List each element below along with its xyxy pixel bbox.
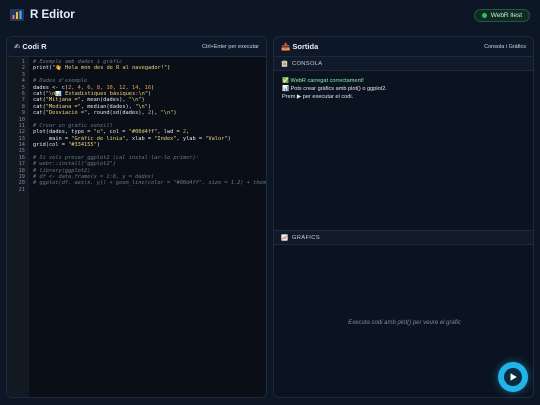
status-dot-icon — [481, 12, 487, 18]
code-token: ) — [227, 135, 231, 142]
code-token: ) — [148, 90, 152, 97]
code-text: # ggplot(df, aes(x, y)) + geom_line(colo… — [29, 180, 266, 187]
code-token: cat( — [33, 103, 46, 110]
code-token: , — [186, 129, 190, 136]
console-line: 📊 Pots crear gràfics amb plot() o ggplot… — [282, 86, 387, 92]
code-token: , round(sd(dades), — [87, 110, 148, 117]
code-token: "\n" — [128, 97, 142, 104]
code-line[interactable]: 21 — [7, 186, 266, 193]
code-token: dades <- c( — [33, 84, 69, 91]
code-token: ) — [147, 103, 152, 110]
bar-chart-icon — [10, 9, 24, 21]
play-icon — [510, 373, 517, 381]
code-token: # library(ggplot2) — [33, 167, 91, 174]
code-token: , col = — [103, 129, 129, 136]
graphs-section: GRÀFICS Executa codi amb plot() per veur… — [274, 230, 533, 397]
clipboard-icon — [281, 60, 288, 67]
code-token: plot(dades, type = — [33, 129, 94, 136]
run-button[interactable] — [498, 362, 528, 392]
code-token: ) — [96, 142, 100, 149]
code-token: # Exemple amb dades i gràfic — [33, 59, 123, 65]
graphs-header: GRÀFICS — [274, 231, 533, 245]
code-token: grid(col = — [33, 142, 69, 149]
graph-placeholder-text: Executa codi amb plot() per veure el grà… — [348, 319, 461, 326]
code-token: # Dades d'exemple — [33, 78, 88, 85]
top-bar: R Editor WebR llest — [0, 0, 540, 30]
code-editor[interactable]: 1 # Exemple amb dades i gràfic 2 print("👋 H… — [7, 57, 266, 397]
code-token: # Si vols provar ggplot2 (cal instal·lar… — [33, 154, 199, 161]
code-lines[interactable]: 1 # Exemple amb dades i gràfic 2 print("👋 H… — [7, 57, 266, 193]
code-token: "#00d4ff" — [128, 129, 158, 136]
code-line[interactable]: 20 # ggplot(df, aes(x, y)) + geom_line(co… — [7, 180, 266, 187]
code-token: "#334155" — [68, 142, 97, 149]
console-label: CONSOLA — [292, 60, 323, 67]
code-token: ), — [151, 110, 161, 117]
console-section: CONSOLA ✅ WebR carregat correctament! 📊 P… — [274, 57, 533, 230]
code-token: , ylab = — [176, 135, 206, 142]
code-token: main = — [33, 135, 72, 142]
code-panel: ✍ Codi R Ctrl+Enter per executar 1 # Exem… — [6, 36, 267, 398]
code-panel-title: ✍ Codi R — [14, 42, 47, 51]
status-badge: WebR llest — [473, 8, 530, 22]
code-token: print( — [33, 65, 53, 72]
line-number: 21 — [18, 186, 25, 193]
code-token: # Crear un gràfic senzill — [33, 122, 113, 129]
output-panel-header: 📤 Sortida Consola i Gràfics — [274, 37, 533, 57]
code-token: "o" — [93, 129, 104, 136]
code-token: ) — [141, 97, 145, 104]
code-token: "Índex" — [154, 135, 177, 142]
console-line: ✅ WebR carregat correctament! — [282, 78, 364, 84]
code-token: "\n" — [160, 110, 174, 117]
app-title-group: R Editor — [10, 9, 75, 21]
code-text: cat("Desviació =", round(sd(dades), 2), … — [29, 110, 177, 116]
graphs-label: GRÀFICS — [292, 234, 320, 241]
graph-placeholder: Executa codi amb plot() per veure el grà… — [274, 245, 533, 397]
run-button-inner — [504, 368, 522, 386]
code-token: ) — [151, 84, 155, 91]
output-panel-title: 📤 Sortida — [281, 42, 319, 51]
code-panel-header: ✍ Codi R Ctrl+Enter per executar — [7, 37, 266, 57]
chart-icon — [281, 234, 288, 241]
code-token: , mean(dades), — [80, 97, 129, 104]
console-header: CONSOLA — [274, 57, 533, 71]
code-token: , lwd = — [157, 129, 183, 136]
code-token: 2, 4, 6, 8, 10, 12, 14, 16 — [68, 84, 152, 91]
output-panel: 📤 Sortida Consola i Gràfics CONSOLA ✅ We… — [273, 36, 534, 398]
code-token: , xlab = — [125, 135, 155, 142]
code-text: grid(col = "#334155") — [29, 142, 100, 148]
code-token: "\n📊 Estadístiques bàsiques:\n" — [45, 90, 149, 97]
code-token: ) — [167, 65, 171, 72]
console-line: Prem ▶ per executar el codi. — [282, 94, 354, 100]
code-token: "Gràfic de línia" — [71, 135, 126, 142]
status-text: WebR llest — [490, 11, 522, 19]
code-token: , median(dades), — [80, 103, 136, 110]
code-token: "\n" — [135, 103, 148, 110]
code-token: # ggplot(df, aes(x, y)) + geom_line(colo… — [33, 180, 266, 187]
app-title: R Editor — [30, 9, 75, 21]
output-panel-hint: Consola i Gràfics — [484, 43, 526, 50]
code-text: print("👋 Hola món des de R al navegador!… — [29, 65, 170, 71]
code-token: "Mediana =" — [45, 103, 81, 110]
code-token: "Desviació =" — [45, 110, 88, 117]
code-token: # webr::install("ggplot2") — [33, 161, 116, 168]
run-shortcut-hint: Ctrl+Enter per executar — [201, 43, 259, 50]
code-token: cat( — [33, 97, 46, 104]
code-token: # df <- data.frame(x = 1:8, y = dades) — [33, 174, 155, 181]
console-output: ✅ WebR carregat correctament! 📊 Pots crea… — [274, 71, 533, 107]
code-token: "Mitjana =" — [45, 97, 81, 104]
code-token: ) — [173, 110, 177, 117]
code-token: "Valor" — [205, 135, 228, 142]
code-token: cat( — [33, 110, 46, 117]
code-token: "👋 Hola món des de R al navegador!" — [52, 65, 168, 72]
code-token: cat( — [33, 90, 46, 97]
